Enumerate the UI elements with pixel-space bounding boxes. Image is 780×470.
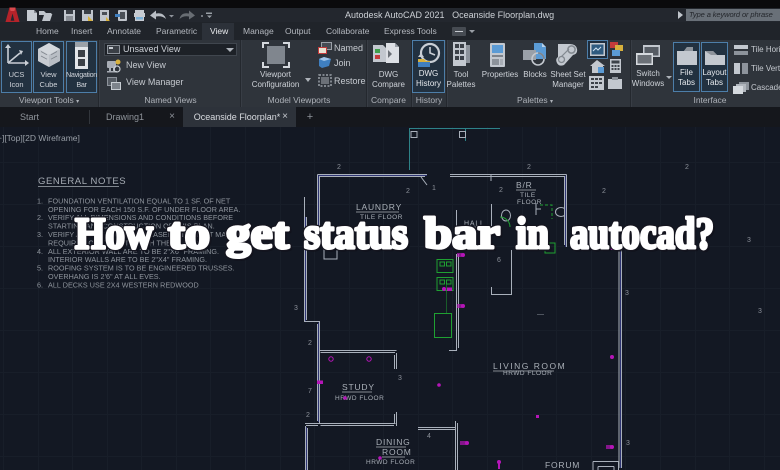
svg-text:autocad?: autocad?: [570, 209, 714, 258]
svg-text:in: in: [516, 209, 549, 258]
svg-text:bar: bar: [424, 209, 500, 258]
svg-text:to: to: [168, 209, 210, 258]
svg-text:get: get: [226, 209, 289, 258]
svg-text:status: status: [304, 209, 408, 258]
svg-text:How: How: [75, 209, 153, 258]
